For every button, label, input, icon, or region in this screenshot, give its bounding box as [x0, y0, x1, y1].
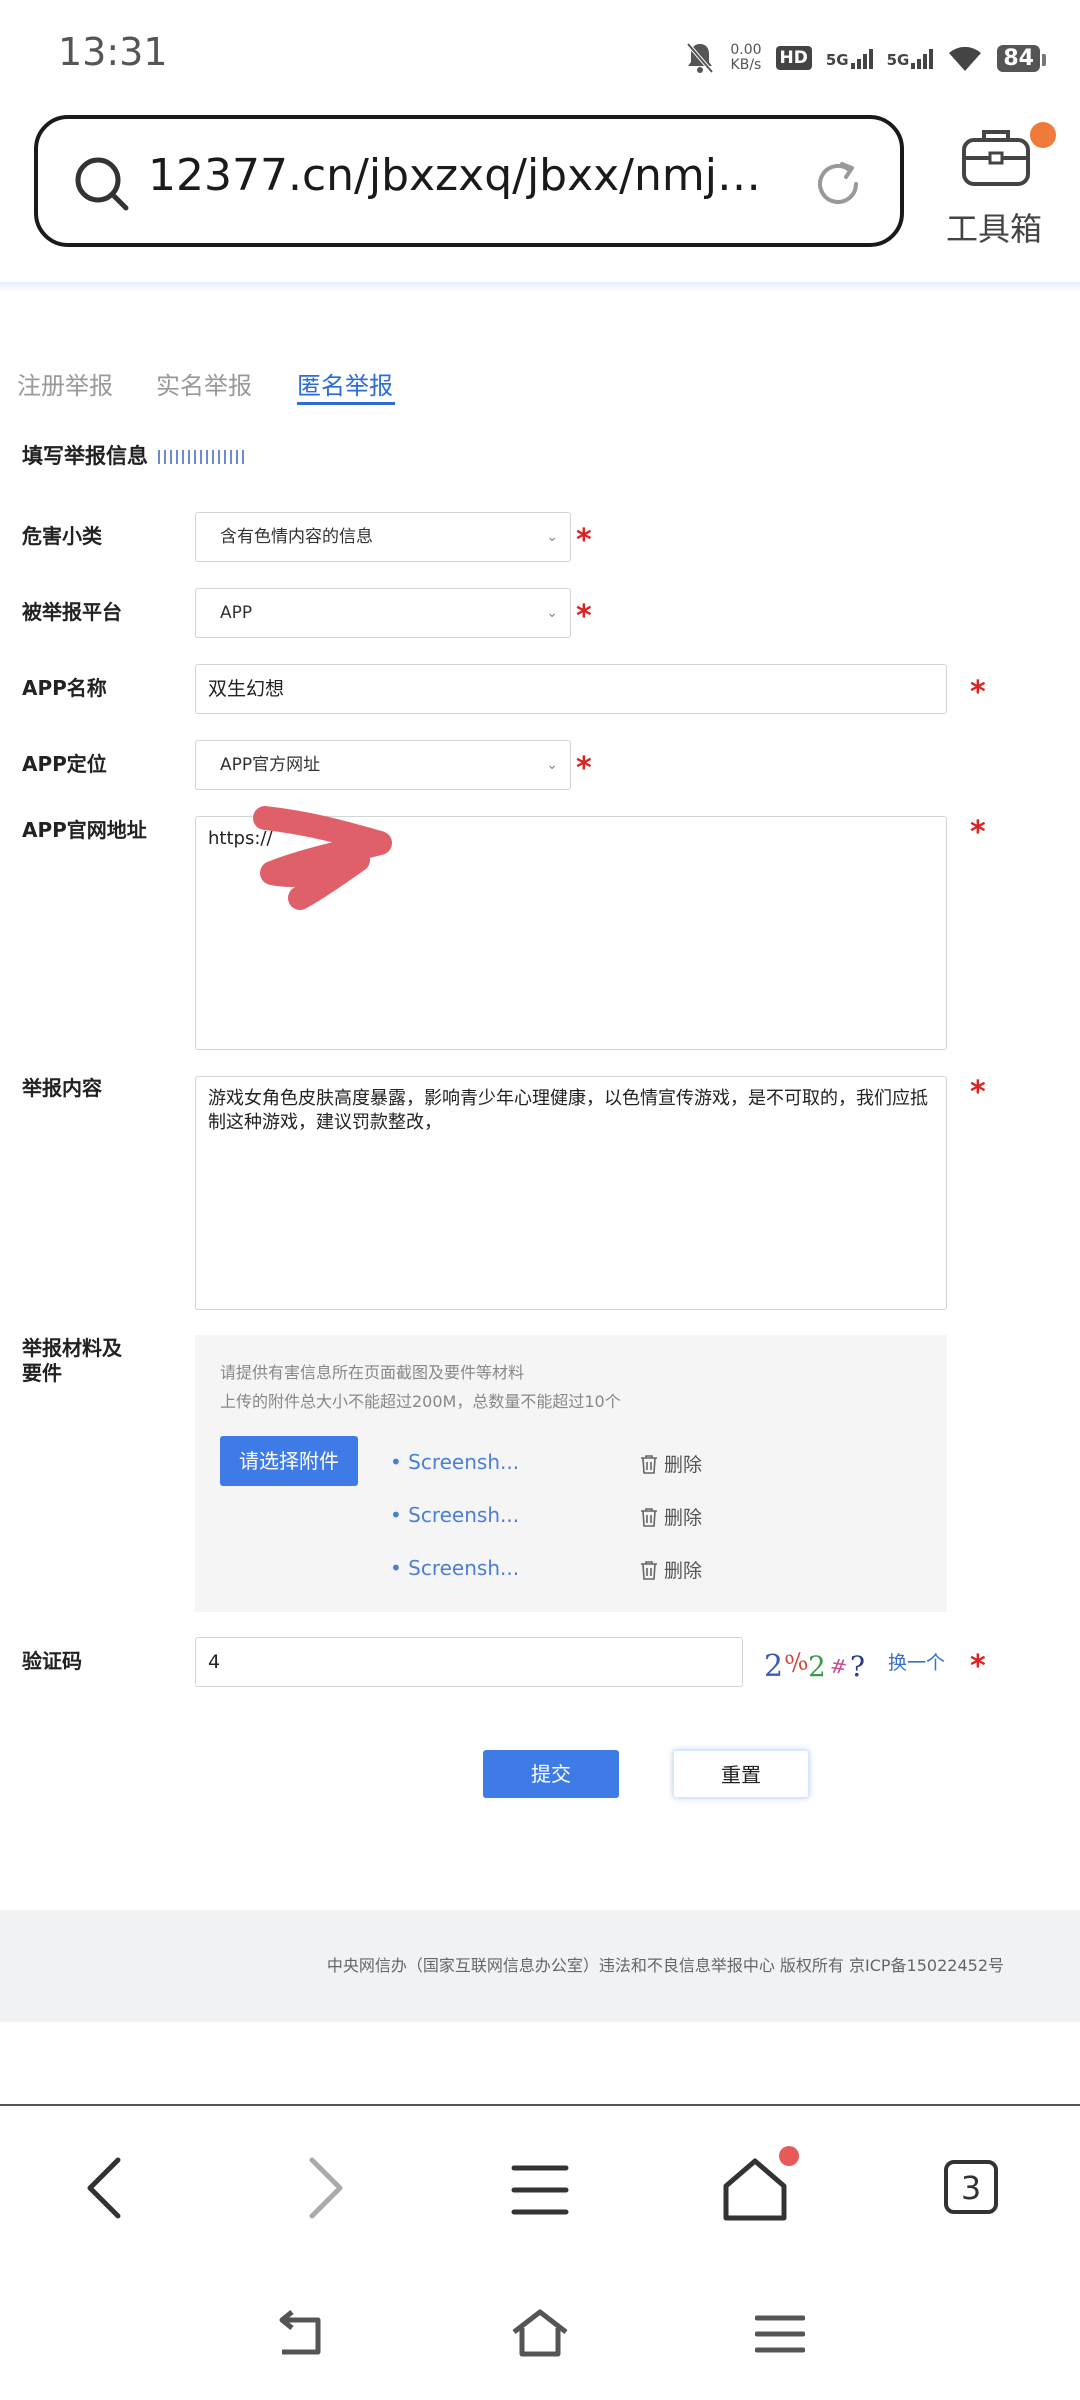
captcha-refresh-link[interactable]: 换一个 — [888, 1648, 945, 1675]
battery-icon: 84 — [997, 44, 1046, 72]
net-speed: 0.00 KB/s — [730, 42, 762, 73]
redaction-scribble — [253, 806, 392, 910]
required-mark: * — [576, 523, 592, 558]
harm-subtype-select[interactable]: 含有色情内容的信息 ⌄ — [195, 512, 571, 562]
wifi-icon — [949, 46, 982, 71]
search-icon — [75, 157, 129, 211]
status-icons: 0.00 KB/s HD 5G 5G 84 — [684, 36, 1046, 80]
home-notification-dot — [779, 2146, 799, 2166]
back-icon[interactable] — [80, 2156, 130, 2220]
toolbox-icon[interactable] — [958, 124, 1034, 190]
attachment-file-link[interactable]: • Screensh... — [390, 1556, 519, 1580]
mute-bell-icon — [686, 42, 714, 74]
chevron-down-icon: ⌄ — [546, 605, 558, 621]
trash-icon — [641, 1507, 657, 1527]
chevron-down-icon: ⌄ — [546, 529, 558, 545]
tab-real-name-report[interactable]: 实名举报 — [156, 366, 252, 401]
header-divider — [0, 282, 1080, 292]
harm-subtype-label: 危害小类 — [22, 524, 102, 548]
forward-icon[interactable] — [300, 2156, 350, 2220]
tab-anonymous-report[interactable]: 匿名举报 — [297, 366, 393, 401]
app-name-input[interactable]: 双生幻想 — [195, 664, 947, 714]
system-home-icon[interactable] — [510, 2308, 570, 2358]
menu-icon[interactable] — [510, 2160, 570, 2220]
attachment-limit-hint: 上传的附件总大小不能超过200M，总数量不能超过10个 — [220, 1392, 621, 1411]
trash-icon — [641, 1454, 657, 1474]
required-mark: * — [970, 1649, 986, 1684]
svg-text:2: 2 — [808, 1650, 824, 1683]
report-content-textarea[interactable]: 游戏女角色皮肤高度暴露，影响青少年心理健康，以色情宣传游戏，是不可取的，我们应抵… — [195, 1076, 947, 1310]
captcha-image[interactable]: 2 % 2 # ? — [762, 1640, 884, 1686]
svg-text:%: % — [782, 1647, 809, 1679]
footer-copyright: 中央网信办（国家互联网信息办公室）违法和不良信息举报中心 版权所有 京ICP备1… — [326, 1956, 1004, 1975]
bottom-nav-divider — [0, 2104, 1080, 2106]
platform-label: 被举报平台 — [22, 600, 122, 624]
hd-icon: HD — [775, 46, 812, 70]
attachments-label: 举报材料及 要件 — [22, 1336, 122, 1385]
system-back-icon[interactable] — [272, 2310, 328, 2360]
attachment-file-link[interactable]: • Screensh... — [390, 1450, 519, 1474]
delete-attachment-button[interactable]: 删除 — [640, 1450, 702, 1477]
required-mark: * — [970, 1075, 986, 1110]
submit-button[interactable]: 提交 — [483, 1750, 619, 1798]
section-decoration — [158, 450, 248, 464]
attachment-file-link[interactable]: • Screensh... — [390, 1503, 519, 1527]
toolbox-label[interactable]: 工具箱 — [946, 204, 1042, 250]
system-recents-icon[interactable] — [755, 2312, 805, 2356]
required-mark: * — [970, 815, 986, 850]
reload-icon[interactable] — [812, 158, 864, 210]
url-text[interactable]: 12377.cn/jbxzxq/jbxx/nmjb/n… — [148, 150, 768, 201]
required-mark: * — [970, 675, 986, 710]
chevron-down-icon: ⌄ — [546, 757, 558, 773]
home-icon[interactable] — [720, 2156, 790, 2222]
tab-switcher-button[interactable]: 3 — [944, 2160, 998, 2214]
choose-attachment-button[interactable]: 请选择附件 — [220, 1436, 358, 1486]
report-content-label: 举报内容 — [22, 1076, 102, 1100]
section-title: 填写举报信息 — [22, 444, 148, 468]
active-tab-indicator — [297, 402, 395, 405]
svg-text:?: ? — [850, 1650, 864, 1683]
status-time: 13:31 — [58, 30, 168, 74]
required-mark: * — [576, 751, 592, 786]
attachment-hint: 请提供有害信息所在页面截图及要件等材料 — [220, 1363, 525, 1382]
reset-button[interactable]: 重置 — [673, 1750, 809, 1798]
tab-registered-report[interactable]: 注册举报 — [17, 366, 113, 401]
app-name-label: APP名称 — [22, 676, 107, 700]
svg-text:2: 2 — [764, 1649, 781, 1684]
signal-sim1-icon: 5G — [826, 47, 873, 69]
delete-attachment-button[interactable]: 删除 — [640, 1556, 702, 1583]
trash-icon — [641, 1560, 657, 1580]
app-site-label: APP官网地址 — [22, 818, 147, 842]
signal-sim2-icon: 5G — [887, 47, 934, 69]
delete-attachment-button[interactable]: 删除 — [640, 1503, 702, 1530]
captcha-input[interactable]: 4 — [195, 1637, 743, 1687]
required-mark: * — [576, 599, 592, 634]
captcha-label: 验证码 — [22, 1649, 82, 1673]
app-locator-label: APP定位 — [22, 752, 107, 776]
toolbox-notification-dot — [1030, 122, 1056, 148]
app-locator-select[interactable]: APP官方网址 ⌄ — [195, 740, 571, 790]
svg-text:#: # — [829, 1653, 848, 1679]
platform-select[interactable]: APP ⌄ — [195, 588, 571, 638]
